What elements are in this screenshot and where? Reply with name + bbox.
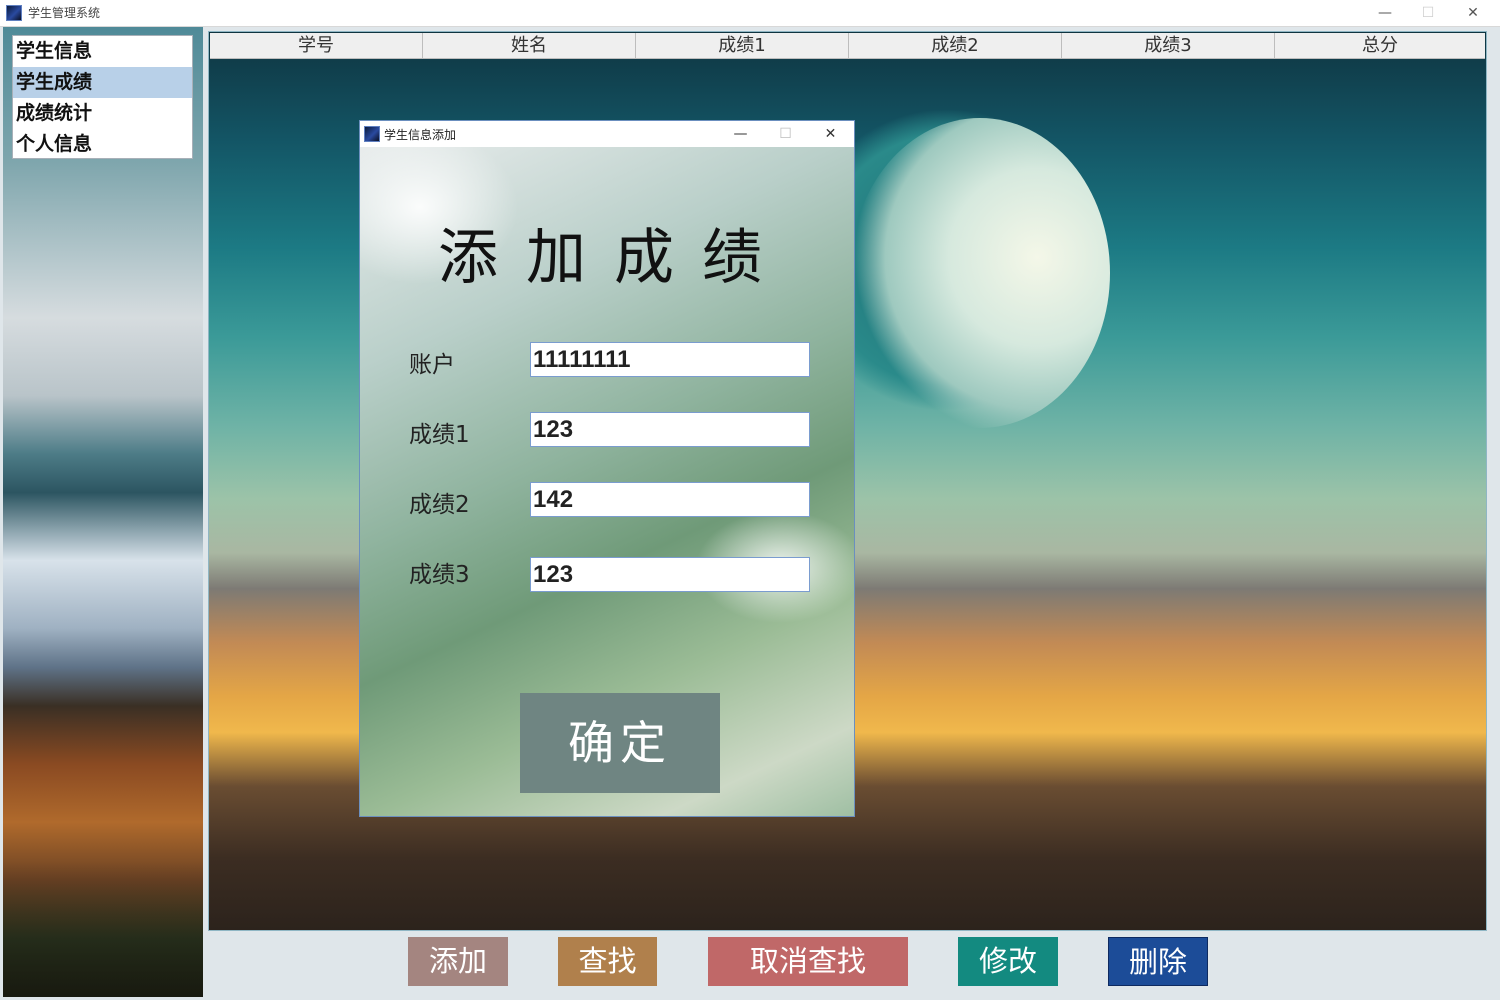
column-header-score3[interactable]: 成绩3 xyxy=(1062,33,1275,58)
menu-item-score-stats[interactable]: 成绩统计 xyxy=(13,98,192,129)
maximize-button[interactable]: ☐ xyxy=(1405,0,1451,26)
sidebar-menu: 学生信息 学生成绩 成绩统计 个人信息 xyxy=(12,35,193,159)
moon-decoration xyxy=(850,118,1110,428)
account-input[interactable] xyxy=(530,342,810,377)
column-header-total[interactable]: 总分 xyxy=(1275,33,1485,58)
column-header-id[interactable]: 学号 xyxy=(210,33,423,58)
score2-input[interactable] xyxy=(530,482,810,517)
confirm-button[interactable]: 确定 xyxy=(520,693,720,793)
minimize-button[interactable]: — xyxy=(1362,0,1408,26)
add-button[interactable]: 添加 xyxy=(408,937,508,986)
dialog-title-bar: 学生信息添加 — ☐ ✕ xyxy=(360,121,854,147)
sidebar-background xyxy=(3,27,203,997)
column-header-score1[interactable]: 成绩1 xyxy=(636,33,849,58)
find-button[interactable]: 查找 xyxy=(558,937,657,986)
modify-button[interactable]: 修改 xyxy=(958,937,1058,986)
dialog-body: 添加成绩 账户 成绩1 成绩2 成绩3 确定 xyxy=(360,147,854,816)
score3-input[interactable] xyxy=(530,557,810,592)
column-header-score2[interactable]: 成绩2 xyxy=(849,33,1062,58)
app-icon xyxy=(6,5,22,21)
window-title: 学生管理系统 xyxy=(28,6,101,20)
score3-label: 成绩3 xyxy=(409,562,470,588)
score2-label: 成绩2 xyxy=(409,492,470,518)
menu-item-student-scores[interactable]: 学生成绩 xyxy=(13,67,192,98)
add-score-dialog: 学生信息添加 — ☐ ✕ 添加成绩 账户 成绩1 成绩2 成绩3 确定 xyxy=(359,120,855,817)
dialog-minimize-button[interactable]: — xyxy=(718,121,763,147)
score1-label: 成绩1 xyxy=(409,422,470,448)
dialog-app-icon xyxy=(364,126,380,142)
dialog-maximize-button[interactable]: ☐ xyxy=(763,121,808,147)
delete-button[interactable]: 删除 xyxy=(1108,937,1208,986)
main-title-bar: 学生管理系统 — ☐ ✕ xyxy=(0,0,1500,27)
menu-item-student-info[interactable]: 学生信息 xyxy=(13,36,192,67)
dialog-title: 学生信息添加 xyxy=(384,128,457,142)
menu-item-personal-info[interactable]: 个人信息 xyxy=(13,129,192,160)
score1-input[interactable] xyxy=(530,412,810,447)
dialog-heading: 添加成绩 xyxy=(438,223,790,293)
account-label: 账户 xyxy=(409,352,455,378)
table-header: 学号 姓名 成绩1 成绩2 成绩3 总分 xyxy=(210,33,1485,59)
column-header-name[interactable]: 姓名 xyxy=(423,33,636,58)
close-button[interactable]: ✕ xyxy=(1450,0,1496,26)
dialog-close-button[interactable]: ✕ xyxy=(808,121,853,147)
cancel-find-button[interactable]: 取消查找 xyxy=(708,937,908,986)
